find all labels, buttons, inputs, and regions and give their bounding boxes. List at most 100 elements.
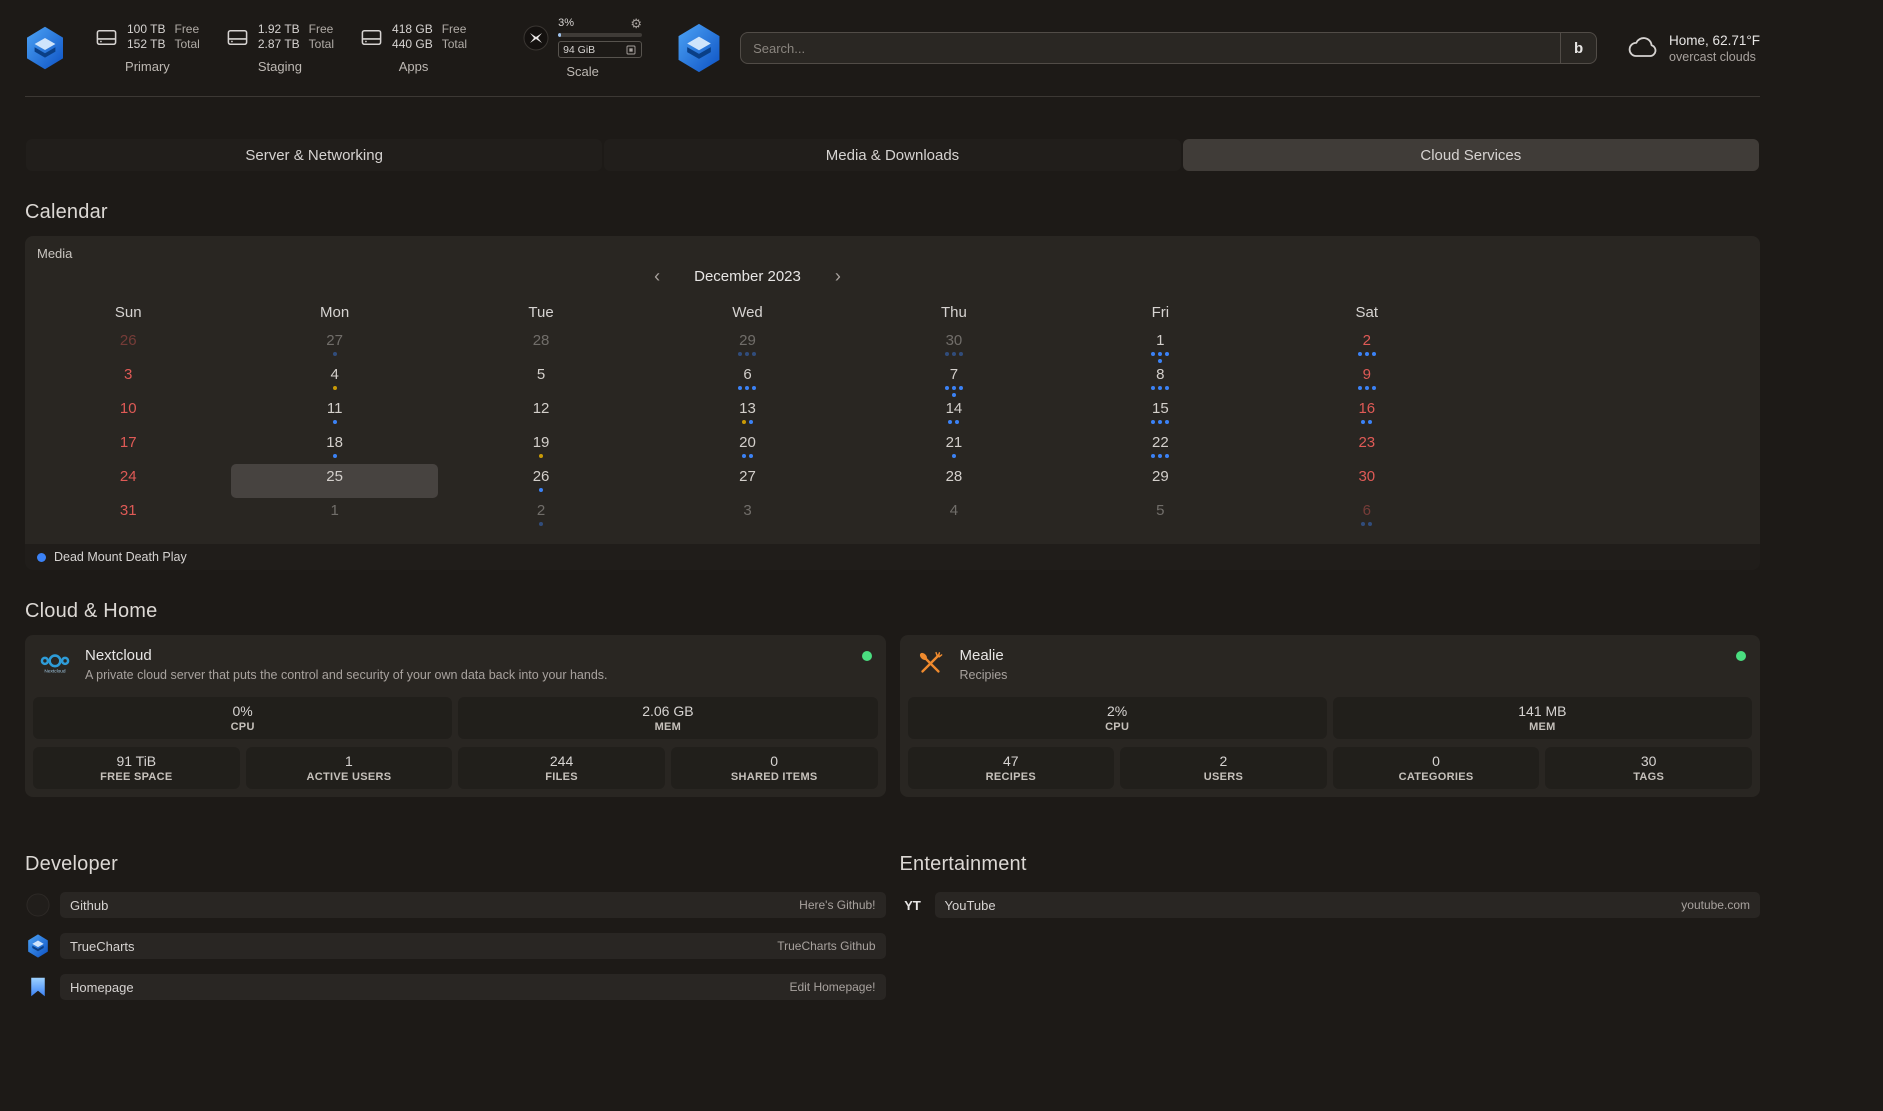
svg-text:Nextcloud: Nextcloud [44, 669, 66, 675]
calendar-day[interactable]: 10 [25, 396, 231, 430]
calendar-event-dot [1158, 454, 1162, 458]
service-link-mealie[interactable]: Mealie Recipies [900, 635, 1761, 689]
calendar-day[interactable]: 23 [1264, 430, 1470, 464]
calendar-day[interactable]: 8 [1057, 362, 1263, 396]
storage-widget-apps: 418 GB 440 GB Free Total Apps [360, 22, 467, 74]
calendar-day[interactable]: 1 [231, 498, 437, 532]
storage-total-value: 152 TB [127, 37, 165, 52]
truenas-logo-icon [523, 25, 549, 51]
storage-widget-name: Staging [258, 59, 302, 74]
calendar-day[interactable]: 20 [644, 430, 850, 464]
calendar-day[interactable]: 26 [438, 464, 644, 498]
calendar-day[interactable]: 21 [851, 430, 1057, 464]
event-color-dot [37, 553, 46, 562]
calendar-weekday: Thu [851, 297, 1057, 328]
calendar-next-month-button[interactable]: › [829, 265, 847, 287]
calendar-day[interactable]: 28 [438, 328, 644, 362]
memory-chip-icon [625, 44, 637, 56]
mealie-icon [912, 646, 948, 680]
section-title-cloud-home: Cloud & Home [25, 600, 1760, 623]
truecharts-logo-icon [676, 23, 722, 73]
storage-total-label: Total [309, 37, 334, 52]
bookmark-link-youtube[interactable]: YouTube youtube.com [935, 892, 1761, 918]
bookmark-link-homepage[interactable]: Homepage Edit Homepage! [60, 974, 886, 1000]
search-provider-button[interactable]: b [1560, 33, 1596, 63]
calendar-day[interactable]: 5 [1057, 498, 1263, 532]
bookmark-link-truecharts[interactable]: TrueCharts TrueCharts Github [60, 933, 886, 959]
calendar-day[interactable]: 22 [1057, 430, 1263, 464]
calendar-event-dot [1368, 420, 1372, 424]
calendar-day[interactable]: 30 [851, 328, 1057, 362]
bookmarks-grid: Developer Github Here's Github! [25, 853, 1760, 1015]
calendar-day[interactable]: 26 [25, 328, 231, 362]
calendar-day[interactable]: 1 [1057, 328, 1263, 362]
calendar-weekday: Sat [1264, 297, 1470, 328]
calendar-day[interactable]: 13 [644, 396, 850, 430]
stat-cell: 1 ACTIVE USERS [246, 747, 453, 789]
calendar-day[interactable]: 30 [1264, 464, 1470, 498]
calendar-day[interactable]: 6 [644, 362, 850, 396]
calendar-event-dot [539, 488, 543, 492]
calendar-day[interactable]: 14 [851, 396, 1057, 430]
service-link-nextcloud[interactable]: Nextcloud Nextcloud A private cloud serv… [25, 635, 886, 689]
calendar-day[interactable]: 24 [25, 464, 231, 498]
youtube-abbr-icon: YT [900, 892, 926, 918]
calendar-event-dot [742, 420, 746, 424]
calendar-day[interactable]: 5 [438, 362, 644, 396]
calendar-event-dot [959, 386, 963, 390]
service-name: Mealie [960, 646, 1008, 665]
cpu-usage-bar [558, 33, 642, 37]
calendar-day[interactable]: 2 [1264, 328, 1470, 362]
calendar-day[interactable]: 16 [1264, 396, 1470, 430]
calendar-prev-month-button[interactable]: ‹ [648, 265, 666, 287]
calendar-day[interactable]: 29 [1057, 464, 1263, 498]
calendar-day[interactable]: 27 [644, 464, 850, 498]
tab-media-downloads[interactable]: Media & Downloads [604, 139, 1180, 171]
calendar-day[interactable]: 12 [438, 396, 644, 430]
calendar-weekday: Mon [231, 297, 437, 328]
calendar-day[interactable]: 31 [25, 498, 231, 532]
bookmark-link-github[interactable]: Github Here's Github! [60, 892, 886, 918]
tab-server-networking[interactable]: Server & Networking [26, 139, 602, 171]
calendar-event-dot [1358, 386, 1362, 390]
hard-drive-icon [360, 26, 383, 49]
calendar-month-title: December 2023 [694, 268, 801, 285]
storage-free-label: Free [309, 22, 334, 37]
calendar-day[interactable]: 25 [231, 464, 437, 498]
search-input[interactable] [740, 32, 1597, 64]
calendar-day[interactable]: 4 [851, 498, 1057, 532]
calendar-day[interactable]: 3 [644, 498, 850, 532]
bookmark-row-github: Github Here's Github! [25, 892, 886, 918]
section-title-entertainment: Entertainment [900, 853, 1761, 876]
calendar-day[interactable]: 2 [438, 498, 644, 532]
calendar-event-dot [738, 352, 742, 356]
calendar-day[interactable]: 28 [851, 464, 1057, 498]
calendar-event-dot [333, 420, 337, 424]
github-icon [25, 892, 51, 918]
calendar-day[interactable]: 19 [438, 430, 644, 464]
bookmark-group-developer: Developer Github Here's Github! [25, 853, 886, 1015]
calendar-day[interactable]: 7 [851, 362, 1057, 396]
calendar-day[interactable]: 3 [25, 362, 231, 396]
tab-cloud-services[interactable]: Cloud Services [1183, 139, 1759, 171]
nextcloud-icon: Nextcloud [37, 646, 73, 680]
calendar-day[interactable]: 11 [231, 396, 437, 430]
calendar-day[interactable]: 17 [25, 430, 231, 464]
calendar-day[interactable]: 18 [231, 430, 437, 464]
truenas-scale-widget: 3% ⚙ 94 GiB Scale [523, 17, 642, 79]
calendar-day[interactable]: 27 [231, 328, 437, 362]
truecharts-icon [25, 933, 51, 959]
calendar-day[interactable]: 6 [1264, 498, 1470, 532]
stat-cell: 30 TAGS [1545, 747, 1752, 789]
status-badge [1736, 651, 1746, 661]
calendar-day[interactable]: 4 [231, 362, 437, 396]
calendar-day[interactable]: 15 [1057, 396, 1263, 430]
calendar-event-legend: Dead Mount Death Play [25, 544, 1760, 570]
calendar-day[interactable]: 29 [644, 328, 850, 362]
gear-icon[interactable]: ⚙ [630, 17, 642, 30]
calendar-weekday: Tue [438, 297, 644, 328]
calendar-day[interactable]: 9 [1264, 362, 1470, 396]
storage-free-value: 1.92 TB [258, 22, 300, 37]
calendar-event-dot [1158, 386, 1162, 390]
storage-free-value: 418 GB [392, 22, 433, 37]
